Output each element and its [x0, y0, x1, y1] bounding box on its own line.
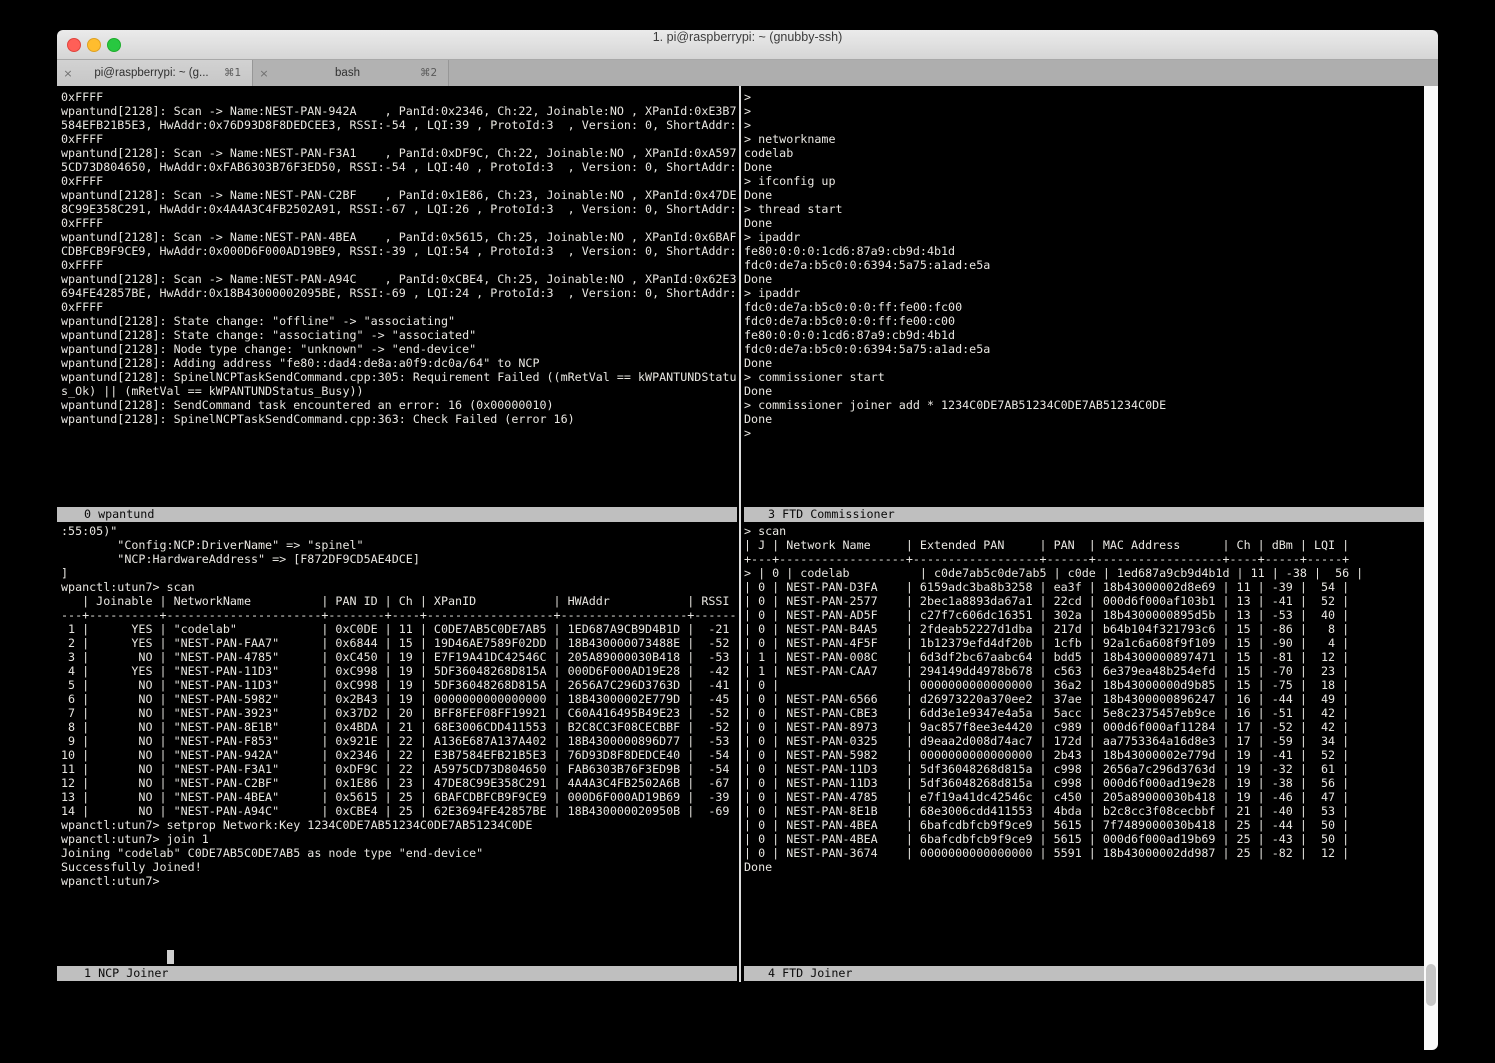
- tab-close-icon[interactable]: ×: [57, 67, 79, 80]
- tab-shortcut: ⌘1: [224, 67, 252, 79]
- pane-ftd-commissioner[interactable]: > > > > networkname codelab Done > ifcon…: [744, 90, 1166, 440]
- statusbar-wpantund: 0 wpantund: [57, 507, 737, 522]
- tab-shortcut: ⌘2: [420, 67, 448, 79]
- statusbar-ftd-joiner: 4 FTD Joiner: [744, 966, 1438, 981]
- pane-divider[interactable]: [739, 86, 741, 982]
- window-title: 1. pi@raspberrypi: ~ (gnubby-ssh): [57, 30, 1438, 59]
- tab-bash[interactable]: × bash ⌘2: [253, 60, 449, 86]
- tab-label: bash: [275, 67, 420, 79]
- tab-bar: × pi@raspberrypi: ~ (g... ⌘1 × bash ⌘2: [57, 60, 1438, 86]
- pane-ftd-joiner[interactable]: > scan | J | Network Name | Extended PAN…: [744, 524, 1363, 874]
- statusbar-ncp-joiner: 1 NCP Joiner: [57, 966, 737, 981]
- terminal-content: 0xFFFF wpantund[2128]: Scan -> Name:NEST…: [57, 86, 1438, 1050]
- tab-close-icon[interactable]: ×: [253, 67, 275, 80]
- pane-wpantund-log[interactable]: 0xFFFF wpantund[2128]: Scan -> Name:NEST…: [61, 90, 737, 426]
- scrollbar[interactable]: [1424, 86, 1438, 1050]
- terminal-window: 1. pi@raspberrypi: ~ (gnubby-ssh) × pi@r…: [57, 30, 1438, 1050]
- pane-ncp-joiner[interactable]: :55:05)" "Config:NCP:DriverName" => "spi…: [61, 524, 737, 888]
- terminal-cursor: [167, 950, 174, 964]
- scrollbar-thumb[interactable]: [1426, 964, 1436, 1006]
- title-bar[interactable]: 1. pi@raspberrypi: ~ (gnubby-ssh): [57, 30, 1438, 60]
- tab-label: pi@raspberrypi: ~ (g...: [79, 67, 224, 79]
- statusbar-ftd-commissioner: 3 FTD Commissioner: [744, 507, 1438, 522]
- tab-ssh-session[interactable]: × pi@raspberrypi: ~ (g... ⌘1: [57, 60, 253, 86]
